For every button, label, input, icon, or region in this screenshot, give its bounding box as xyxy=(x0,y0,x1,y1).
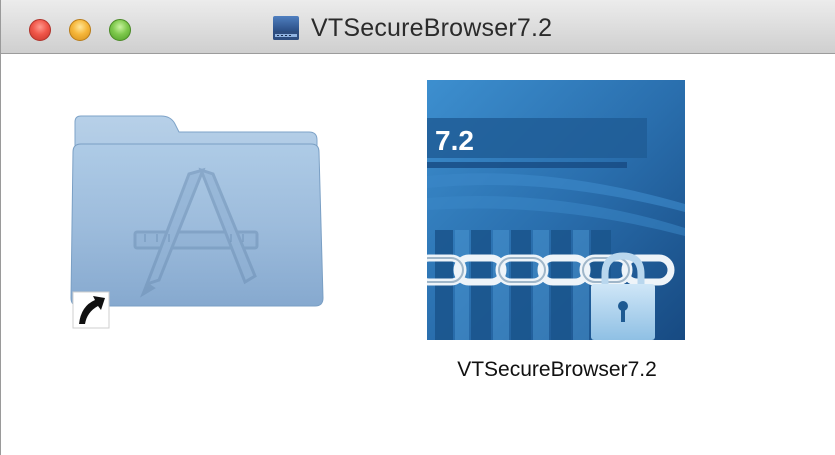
secure-browser-app-icon: 7.2 xyxy=(413,80,685,340)
window-title-text: VTSecureBrowser7.2 xyxy=(311,13,553,42)
app-version-text: 7.2 xyxy=(435,125,474,156)
title-bar[interactable]: VTSecureBrowser7.2 xyxy=(1,0,835,54)
applications-folder-icon xyxy=(70,115,324,329)
window-title: VTSecureBrowser7.2 xyxy=(271,13,552,43)
applications-folder-alias[interactable] xyxy=(61,62,331,350)
app-label[interactable]: VTSecureBrowser7.2 xyxy=(407,358,707,382)
alias-arrow-icon xyxy=(72,291,110,329)
vtsecurebrowser-app[interactable]: 7.2 xyxy=(413,80,685,340)
minimize-button[interactable] xyxy=(69,19,91,41)
finder-window: VTSecureBrowser7.2 7.2 VTSecureBrowser7.… xyxy=(0,0,835,455)
zoom-button[interactable] xyxy=(109,19,131,41)
disk-image-icon xyxy=(273,16,299,40)
close-button[interactable] xyxy=(29,19,51,41)
